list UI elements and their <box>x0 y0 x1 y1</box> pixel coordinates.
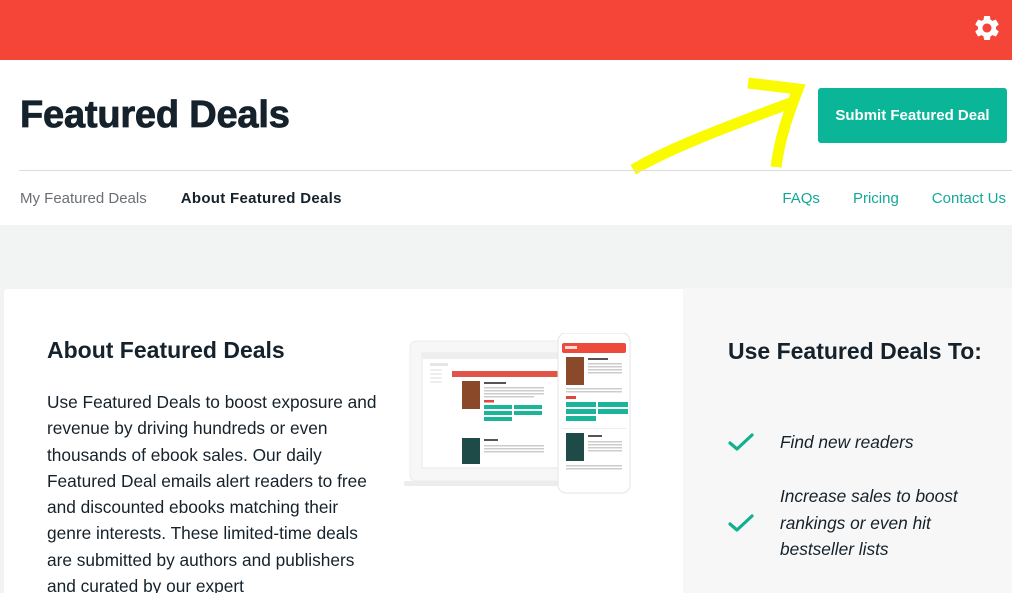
header-divider <box>19 170 1012 171</box>
submit-featured-deal-button[interactable]: Submit Featured Deal <box>818 88 1007 143</box>
tab-my-featured-deals[interactable]: My Featured Deals <box>20 190 147 207</box>
device-mockup-image <box>404 333 631 494</box>
annotation-arrow-icon <box>630 77 806 175</box>
section-tabs: My Featured Deals About Featured Deals <box>20 190 342 207</box>
top-bar <box>0 0 1012 60</box>
about-description: Use Featured Deals to boost exposure and… <box>47 392 377 593</box>
benefits-card: Use Featured Deals To: Find new readers … <box>683 288 1012 593</box>
help-links: FAQs Pricing Contact Us <box>782 190 1006 207</box>
about-card: About Featured Deals Use Featured Deals … <box>4 289 683 593</box>
benefit-item: Find new readers <box>728 429 980 456</box>
benefits-title: Use Featured Deals To: <box>728 338 982 364</box>
book-cover-friday-black <box>462 381 480 409</box>
faqs-link[interactable]: FAQs <box>782 190 820 207</box>
laptop-screen <box>421 352 573 469</box>
benefit-text: Find new readers <box>780 432 914 452</box>
tab-about-featured-deals[interactable]: About Featured Deals <box>181 190 342 207</box>
benefit-item: Increase sales to boost rankings or even… <box>728 483 980 563</box>
laptop-header-bar <box>452 371 568 377</box>
book-cover-cold-fear <box>462 438 480 464</box>
gear-icon[interactable] <box>972 13 1002 43</box>
checkmark-icon <box>728 514 754 532</box>
benefit-text: Increase sales to boost rankings or even… <box>780 486 958 559</box>
about-title: About Featured Deals <box>47 337 285 363</box>
contact-us-link[interactable]: Contact Us <box>932 190 1006 207</box>
page-title: Featured Deals <box>20 94 291 137</box>
checkmark-icon <box>728 433 754 451</box>
pricing-link[interactable]: Pricing <box>853 190 899 207</box>
